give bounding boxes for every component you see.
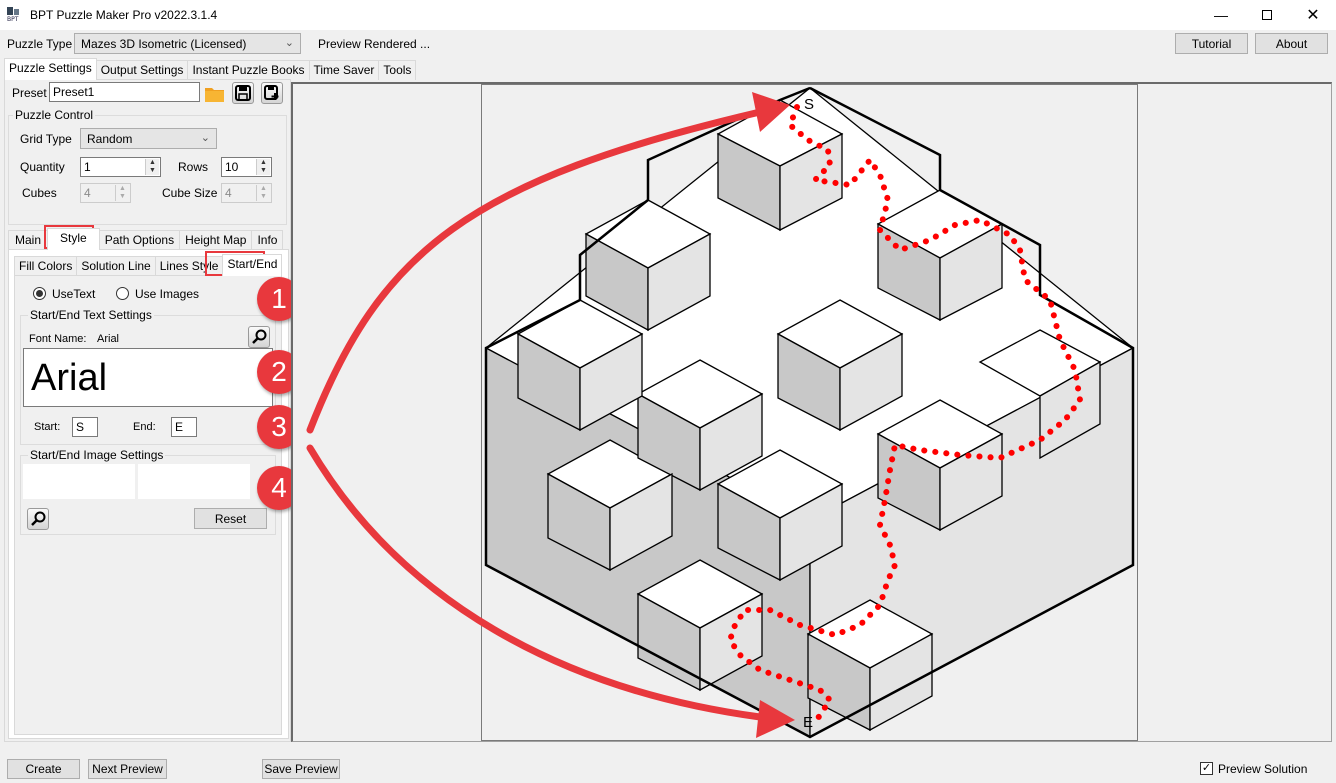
preview-solution-label: Preview Solution xyxy=(1218,762,1308,776)
tab-start-end[interactable]: Start/End xyxy=(222,254,283,276)
maze-end-marker: E xyxy=(803,714,813,731)
isometric-maze xyxy=(484,86,1135,739)
maze-preview: S E xyxy=(306,86,1135,739)
save-preview-button[interactable]: Save Preview xyxy=(262,759,340,779)
preview-solution-checkbox[interactable]: ✓ xyxy=(1200,762,1213,775)
maze-start-marker: S xyxy=(804,96,814,113)
tab-style[interactable]: Style xyxy=(47,228,100,250)
create-button[interactable]: Create xyxy=(7,759,80,779)
checkmark-icon: ✓ xyxy=(1201,762,1212,774)
next-preview-button[interactable]: Next Preview xyxy=(88,759,167,779)
tab-puzzle-settings[interactable]: Puzzle Settings xyxy=(4,58,97,80)
